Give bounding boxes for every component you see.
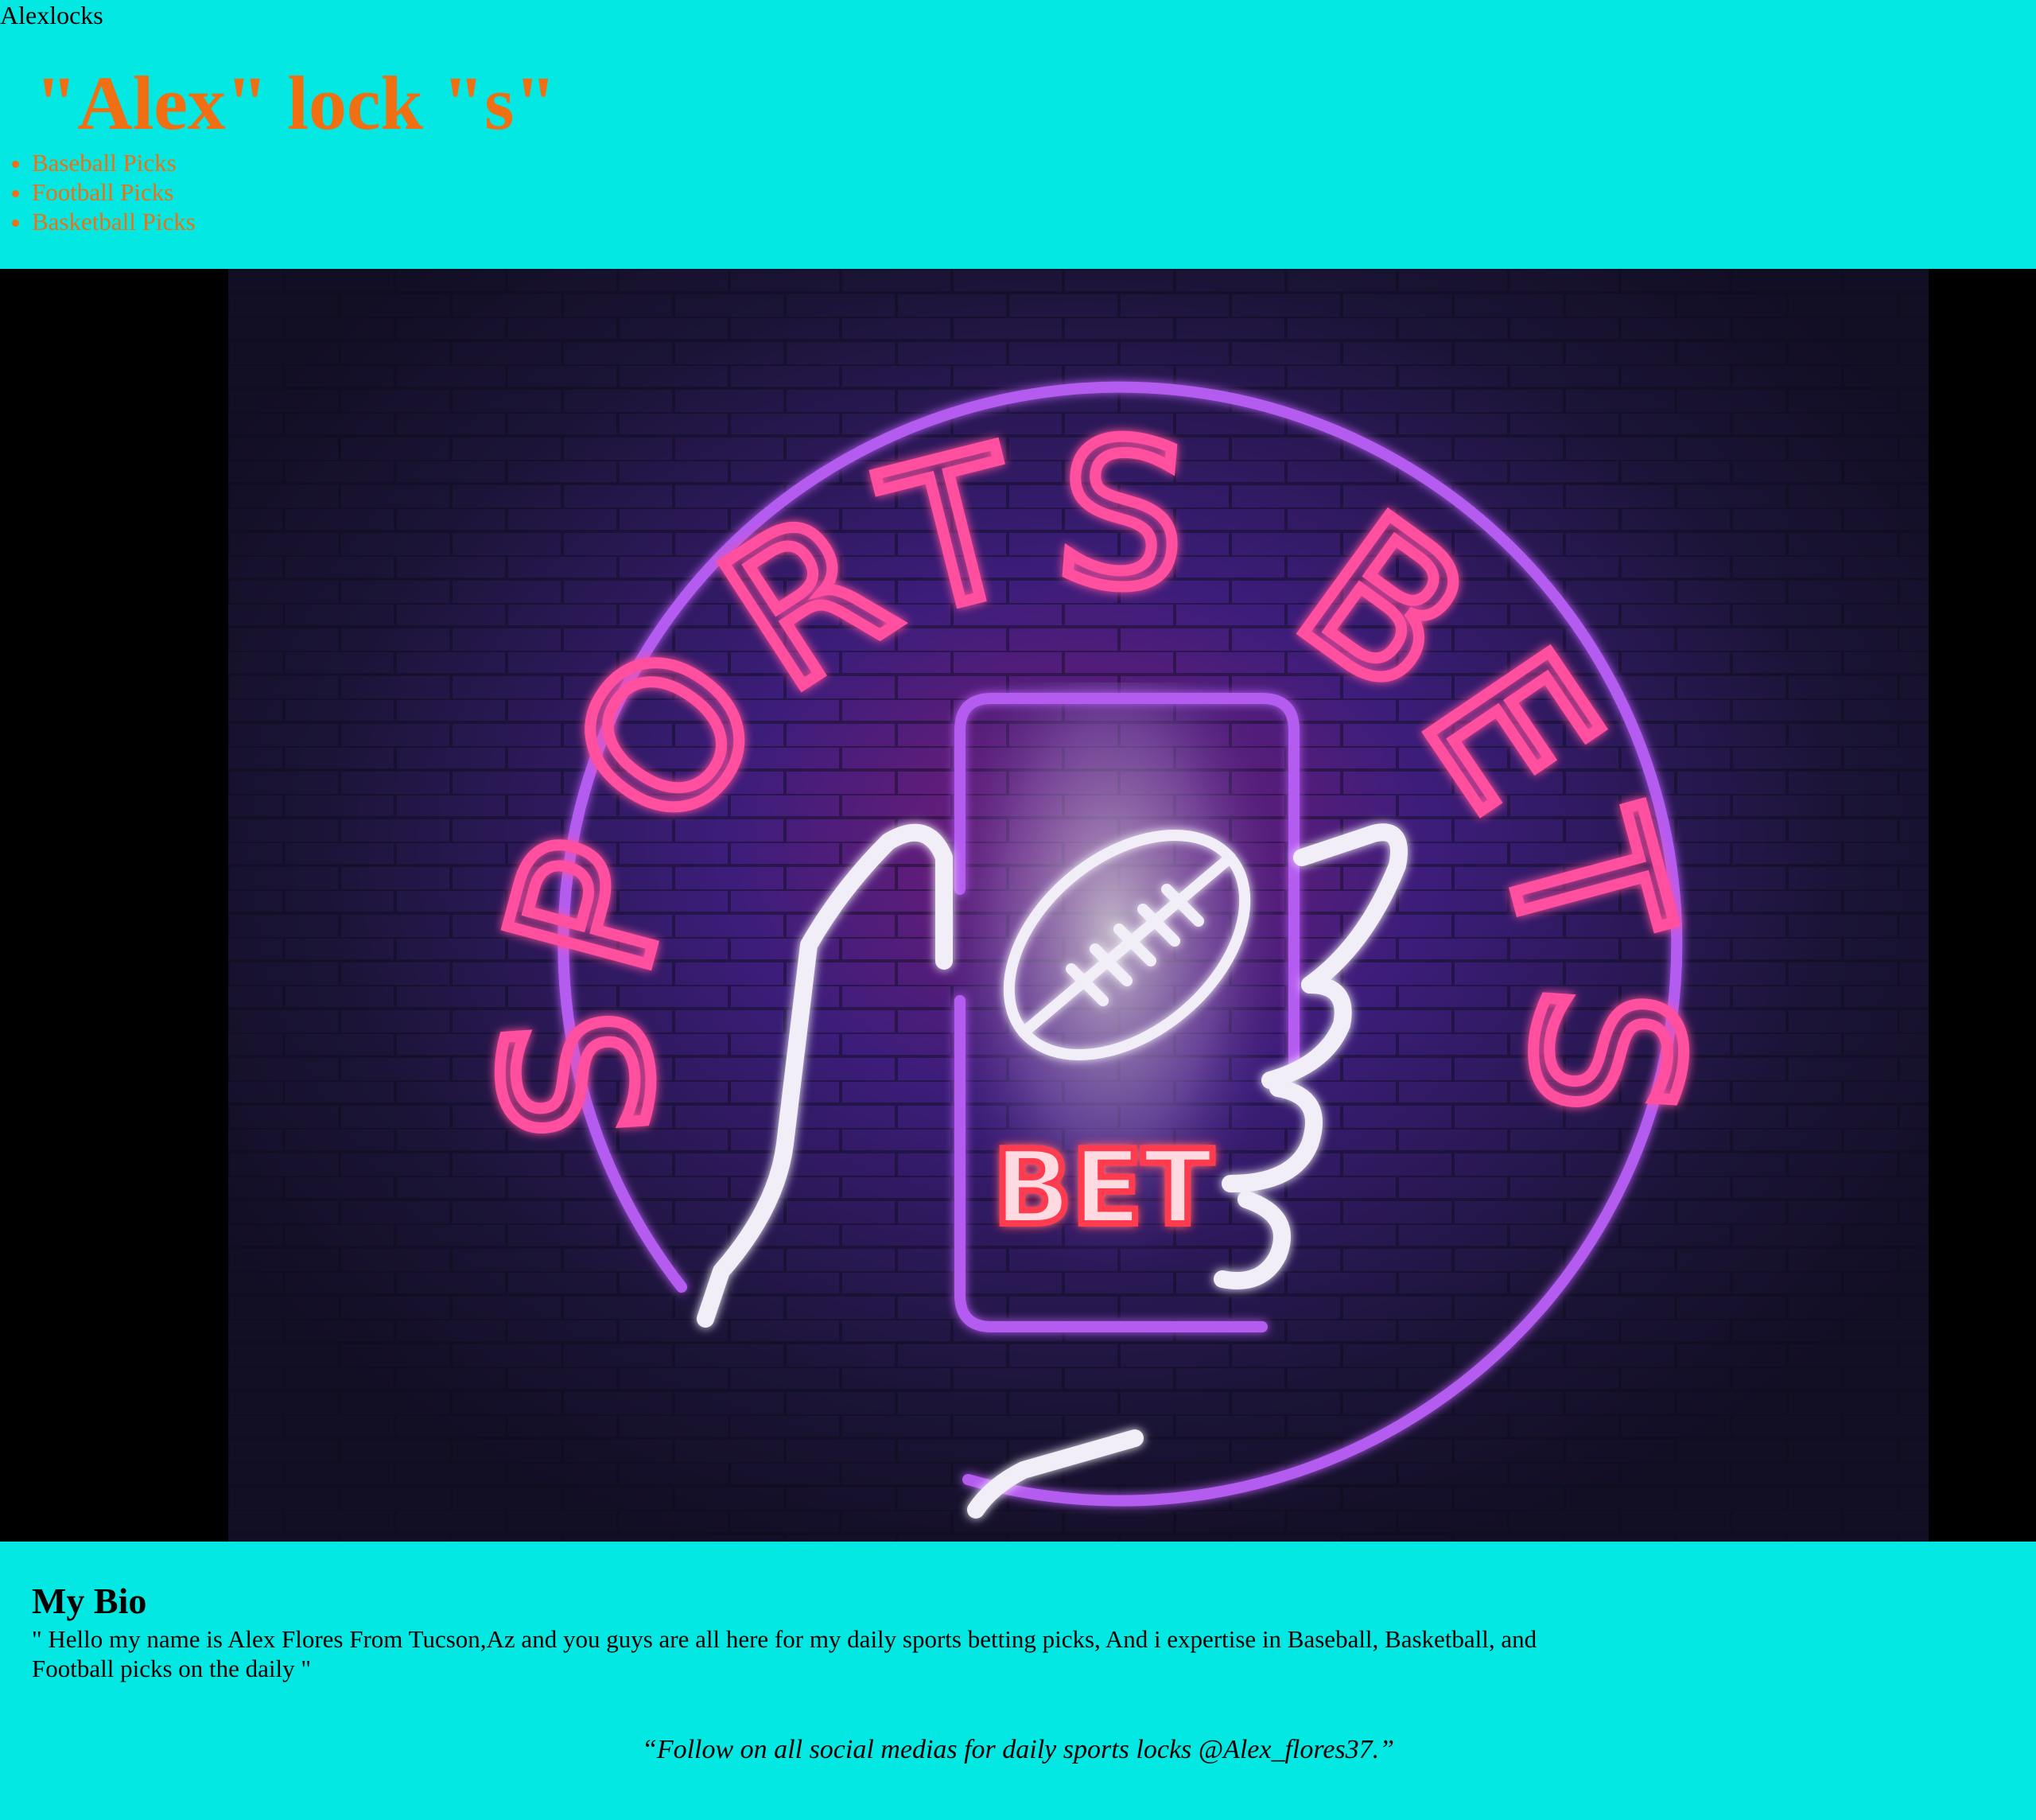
site-name: Alexlocks (0, 1, 103, 29)
bio-heading: My Bio (32, 1581, 147, 1621)
nav-item-basketball: Basketball Picks (32, 207, 196, 236)
bio-text: " Hello my name is Alex Flores From Tucs… (32, 1625, 1537, 1682)
page-title: "Alex" lock "s" (35, 60, 557, 146)
nav-link-basketball-picks[interactable]: Basketball Picks (32, 208, 196, 235)
page: Alexlocks "Alex" lock "s" Baseball Picks… (0, 0, 2036, 1820)
social-follow-quote: “Follow on all social medias for daily s… (641, 1735, 1395, 1764)
nav-item-football: Football Picks (32, 177, 196, 207)
nav-link-football-picks[interactable]: Football Picks (32, 178, 173, 206)
sports-bets-neon-sign-image: SPORTS BETS BET (228, 269, 1929, 1542)
phone-bet-text: BET (993, 1127, 1214, 1248)
nav-item-baseball: Baseball Picks (32, 148, 196, 177)
hero-banner: SPORTS BETS BET (0, 269, 2036, 1542)
nav-list: Baseball Picks Football Picks Basketball… (0, 148, 196, 236)
nav-link-baseball-picks[interactable]: Baseball Picks (32, 149, 177, 177)
